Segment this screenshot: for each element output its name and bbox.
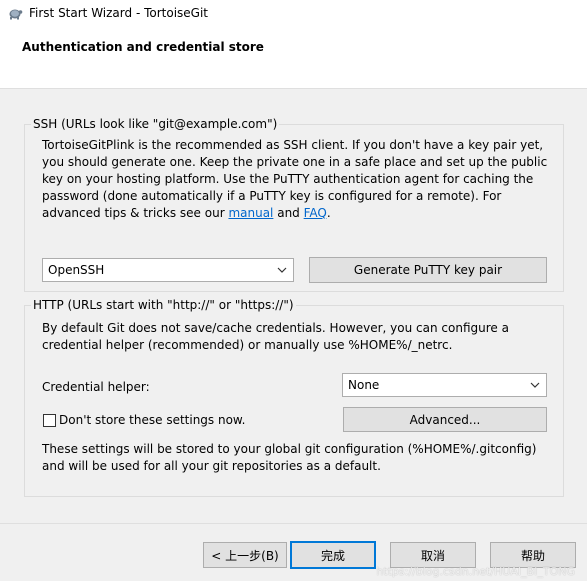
advanced-button[interactable]: Advanced... — [343, 407, 547, 432]
ssh-line-5-prefix: advanced tips & tricks see our — [42, 206, 229, 220]
finish-button[interactable]: 完成 — [290, 541, 376, 569]
chevron-down-icon — [530, 382, 540, 388]
tortoisegit-app-icon — [9, 9, 23, 20]
ssh-group-label: SSH (URLs look like "git@example.com") — [31, 117, 280, 131]
http-description: By default Git does not save/cache crede… — [42, 320, 509, 354]
http-group-label: HTTP (URLs start with "http://" or "http… — [31, 298, 296, 312]
generate-putty-key-button[interactable]: Generate PuTTY key pair — [309, 257, 547, 283]
dont-store-label[interactable]: Don't store these settings now. — [59, 412, 245, 429]
settings-note-line-2: and will be used for all your git reposi… — [42, 459, 381, 473]
ssh-line-1: TortoiseGitPlink is the recommended as S… — [42, 138, 544, 152]
http-line-2: credential helper (recommended) or manua… — [42, 338, 453, 352]
dont-store-checkbox[interactable] — [43, 414, 56, 427]
credential-helper-label: Credential helper: — [42, 380, 150, 394]
title-bar: First Start Wizard - TortoiseGit — [0, 0, 587, 26]
ssh-description: TortoiseGitPlink is the recommended as S… — [42, 137, 547, 222]
ssh-client-value: OpenSSH — [48, 263, 105, 277]
ssh-line-5: advanced tips & tricks see our manual an… — [42, 205, 547, 222]
ssh-line-2: you should generate one. Keep the privat… — [42, 155, 548, 169]
credential-helper-value: None — [348, 378, 380, 392]
back-button[interactable]: < 上一步(B) — [203, 542, 287, 568]
http-line-1: By default Git does not save/cache crede… — [42, 321, 509, 335]
ssh-line-5-end: . — [326, 206, 331, 220]
ssh-line-4: password (done automatically if a PuTTY … — [42, 189, 502, 203]
page-title: Authentication and credential store — [22, 40, 264, 54]
ssh-line-3: key on your hosting platform. Use the Pu… — [42, 172, 534, 186]
window-title: First Start Wizard - TortoiseGit — [29, 6, 209, 20]
watermark: https://blog.csdn.net/HUAI_BI_TONG — [376, 565, 575, 578]
settings-note: These settings will be stored to your gl… — [42, 441, 536, 475]
faq-link[interactable]: FAQ — [304, 206, 327, 220]
credential-helper-select[interactable]: None — [342, 373, 547, 397]
settings-note-line-1: These settings will be stored to your gl… — [42, 442, 537, 456]
footer-divider — [0, 523, 587, 524]
manual-link[interactable]: manual — [228, 206, 273, 220]
chevron-down-icon — [277, 267, 287, 273]
ssh-client-select[interactable]: OpenSSH — [42, 258, 294, 282]
ssh-line-5-and: and — [273, 206, 304, 220]
wizard-header: Authentication and credential store — [0, 26, 587, 89]
